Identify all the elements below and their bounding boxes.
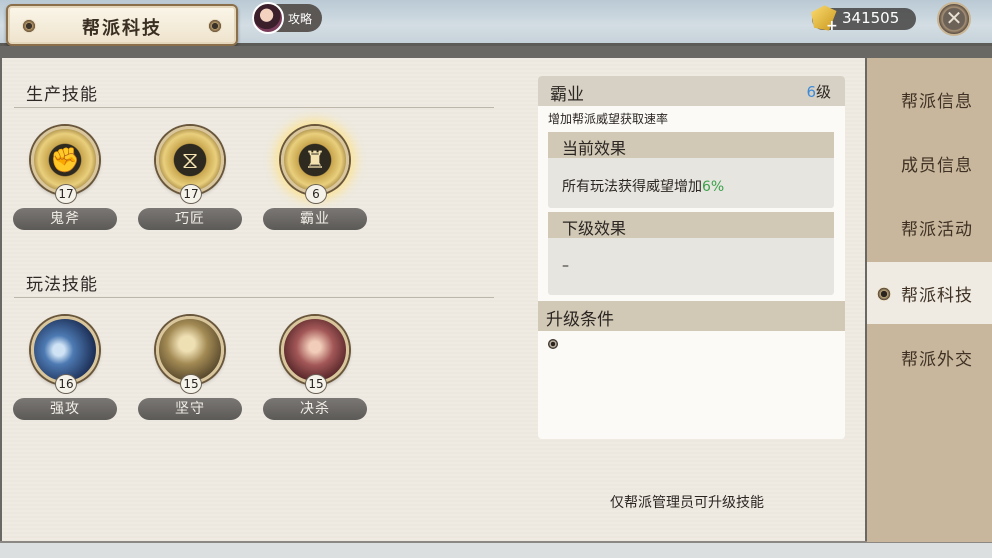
- tab-label: 帮派科技: [901, 286, 973, 306]
- skill-level-badge: 15: [305, 374, 327, 394]
- gameplay-section-title: 玩法技能: [26, 275, 98, 295]
- current-effect-box: 当前效果 所有玩法获得威望增加6%: [548, 132, 834, 208]
- skill-description: 增加帮派威望获取速率: [548, 112, 669, 126]
- level-unit: 级: [815, 83, 831, 101]
- skill-qianggong[interactable]: 16 强攻: [13, 316, 119, 426]
- level-number: 6: [806, 83, 816, 101]
- skill-name-label: 强攻: [13, 398, 117, 420]
- detail-header: 霸业 6级: [538, 76, 845, 106]
- ornament-icon: [208, 19, 222, 33]
- skill-level-badge: 16: [55, 374, 77, 394]
- tab-label: 帮派信息: [901, 92, 973, 112]
- skill-level-badge: 17: [55, 184, 77, 204]
- skill-glyph: ♜: [304, 146, 326, 174]
- skill-name-label: 鬼斧: [13, 208, 117, 230]
- current-effect-desc: 所有玩法获得威望增加: [562, 179, 702, 195]
- skill-level-badge: 6: [305, 184, 327, 204]
- tab-label: 成员信息: [901, 156, 973, 176]
- bottom-strip: [0, 541, 992, 558]
- avatar[interactable]: [252, 2, 284, 34]
- tab-label: 帮派活动: [901, 220, 973, 240]
- upgrade-conditions-title: 升级条件: [546, 310, 614, 330]
- skill-level-badge: 17: [180, 184, 202, 204]
- next-effect-header: 下级效果: [548, 212, 834, 238]
- skill-name-label: 巧匠: [138, 208, 242, 230]
- close-button[interactable]: ✕: [937, 2, 971, 36]
- close-icon: ✕: [945, 6, 963, 30]
- currency-value: 341505: [842, 9, 900, 27]
- skill-baye[interactable]: ♜ 6 霸业: [263, 126, 369, 236]
- skill-name-label: 坚守: [138, 398, 242, 420]
- current-effect-header: 当前效果: [548, 132, 834, 158]
- detail-skill-level: 6级: [806, 81, 831, 102]
- production-section-title: 生产技能: [26, 85, 98, 105]
- upgrade-conditions-header: 升级条件: [538, 301, 845, 331]
- condition-bullet-icon: [548, 339, 558, 349]
- skill-jueSha[interactable]: 15 决杀: [263, 316, 369, 426]
- tab-member-info[interactable]: 成员信息: [867, 132, 992, 194]
- skill-guifu[interactable]: ✊ 17 鬼斧: [13, 126, 119, 236]
- skill-level-badge: 15: [180, 374, 202, 394]
- detail-skill-name: 霸业: [550, 85, 584, 105]
- selected-tab-icon: [877, 287, 891, 301]
- skill-detail-panel: 霸业 6级 增加帮派威望获取速率 当前效果 所有玩法获得威望增加6% 下级效果 …: [538, 76, 845, 439]
- admin-note: 仅帮派管理员可升级技能: [610, 495, 764, 511]
- skill-name-label: 霸业: [263, 208, 367, 230]
- strategy-label: 攻略: [288, 12, 313, 26]
- skill-glyph: ⧖: [181, 146, 199, 174]
- next-effect-box: 下级效果 –: [548, 212, 834, 295]
- skill-name-label: 决杀: [263, 398, 367, 420]
- add-currency-button[interactable]: +: [826, 18, 838, 34]
- current-effect-title: 当前效果: [562, 139, 627, 158]
- skill-glyph: ✊: [50, 146, 80, 174]
- side-tabs: 帮派信息 成员信息 帮派活动 帮派科技 帮派外交: [867, 58, 992, 542]
- tab-guild-tech[interactable]: 帮派科技: [867, 262, 992, 324]
- page-title: 帮派科技: [82, 18, 162, 39]
- skill-jianshou[interactable]: 15 坚守: [138, 316, 244, 426]
- section-divider: [14, 107, 494, 108]
- tab-guild-activity[interactable]: 帮派活动: [867, 196, 992, 258]
- tab-label: 帮派外交: [901, 350, 973, 370]
- section-divider: [14, 297, 494, 298]
- next-effect-title: 下级效果: [562, 219, 627, 238]
- title-plate: 帮派科技: [6, 4, 238, 46]
- current-effect-value: 6%: [702, 179, 725, 195]
- current-effect-text: 所有玩法获得威望增加6%: [562, 176, 724, 196]
- next-effect-text: –: [562, 258, 569, 274]
- tab-guild-diplomacy[interactable]: 帮派外交: [867, 326, 992, 388]
- skill-qiaojiang[interactable]: ⧖ 17 巧匠: [138, 126, 244, 236]
- tab-guild-info[interactable]: 帮派信息: [867, 68, 992, 130]
